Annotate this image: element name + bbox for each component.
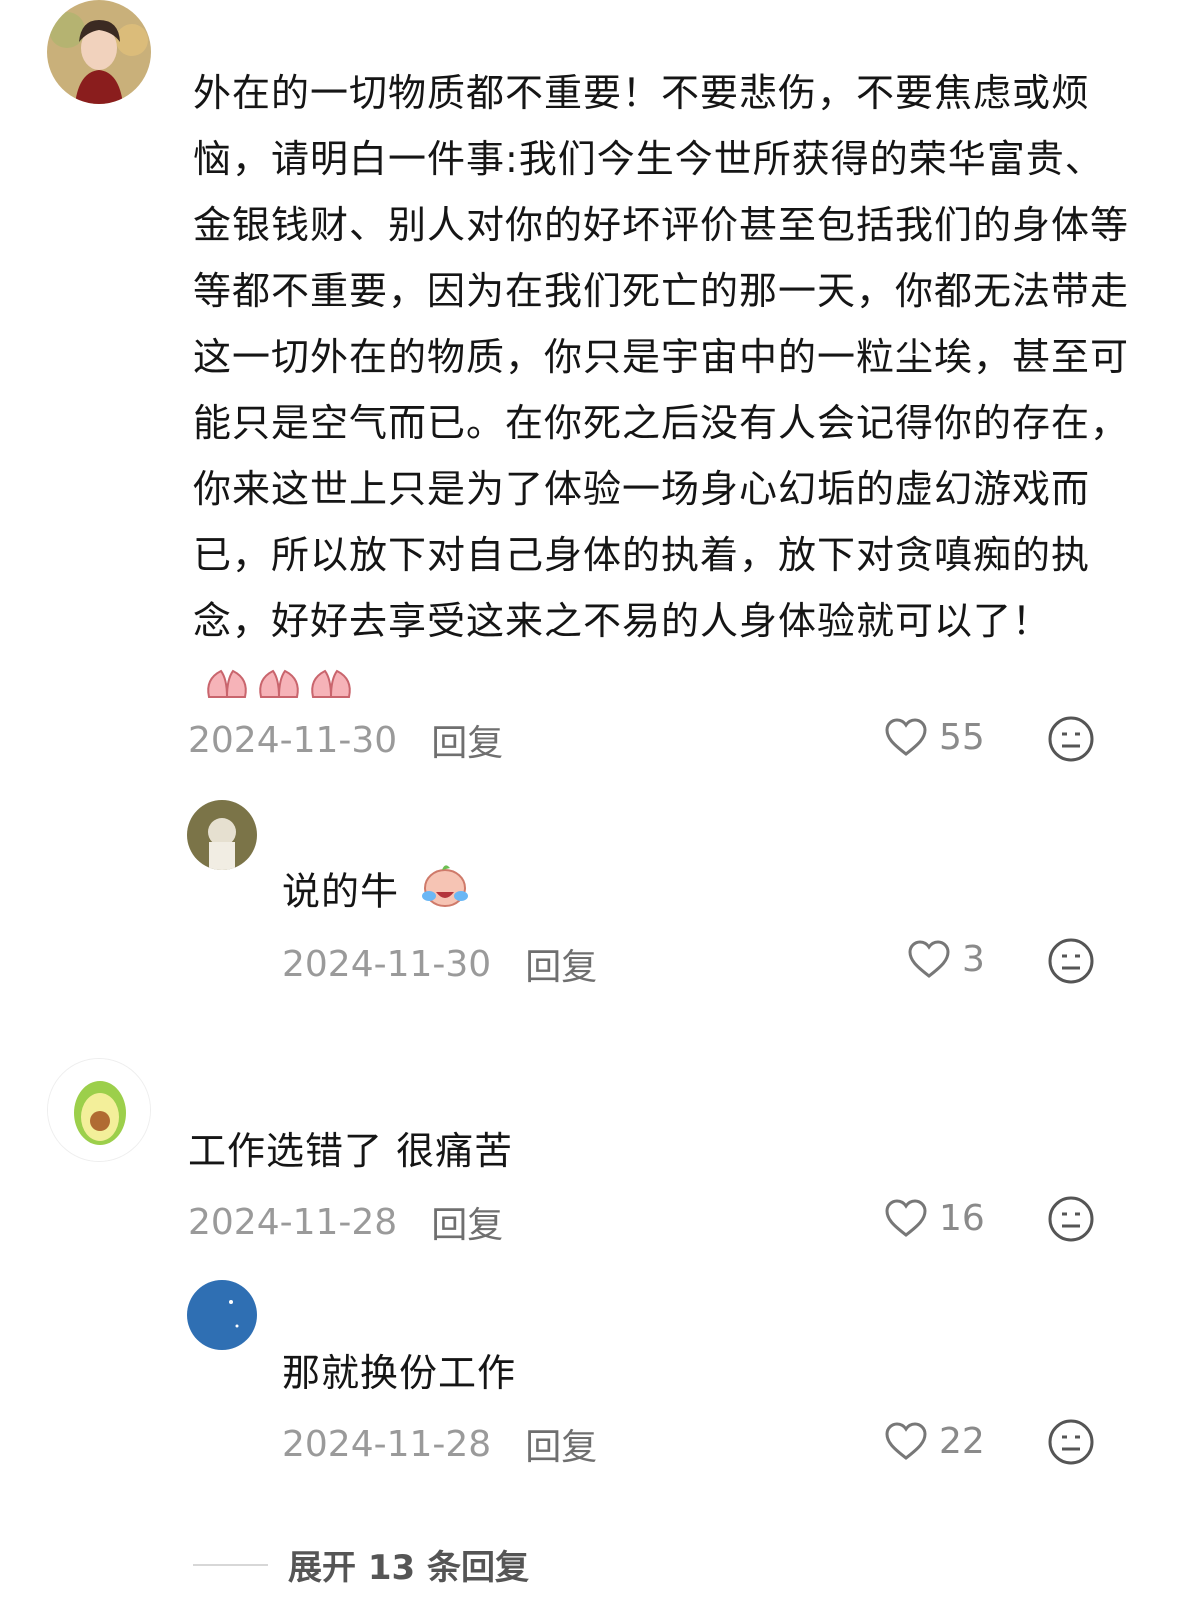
reply-meta: 2024-11-30 回复 bbox=[282, 938, 597, 990]
reply-button[interactable]: 回复 bbox=[431, 1196, 503, 1248]
like-button[interactable]: 3 bbox=[906, 938, 985, 980]
reply-date: 2024-11-28 bbox=[282, 1423, 492, 1465]
dislike-button[interactable] bbox=[1047, 1418, 1095, 1470]
reply-button[interactable]: 回复 bbox=[525, 1418, 597, 1470]
heart-icon bbox=[908, 940, 950, 978]
crying-laughing-emoji bbox=[418, 858, 472, 930]
neutral-face-icon bbox=[1048, 1196, 1094, 1242]
like-count: 16 bbox=[939, 1197, 985, 1239]
avatar-user-3[interactable] bbox=[47, 1058, 151, 1162]
neutral-face-icon bbox=[1048, 1419, 1094, 1465]
reply-text: 那就换份工作 bbox=[282, 1351, 517, 1395]
neutral-face-icon bbox=[1048, 938, 1094, 984]
heart-icon bbox=[885, 718, 927, 756]
dislike-button[interactable] bbox=[1047, 1195, 1095, 1247]
reply-date: 2024-11-30 bbox=[282, 943, 492, 985]
avatar-user-2[interactable] bbox=[187, 800, 257, 870]
comment-date: 2024-11-30 bbox=[188, 719, 398, 761]
expand-replies[interactable]: 展开 13 条回复 bbox=[193, 1540, 529, 1589]
comment-meta: 2024-11-28 回复 bbox=[188, 1196, 503, 1248]
reply-text: 说的牛 bbox=[282, 858, 472, 930]
like-button[interactable]: 55 bbox=[883, 716, 985, 758]
expand-replies-label[interactable]: 展开 13 条回复 bbox=[288, 1540, 529, 1589]
comment-text: 外在的一切物质都不重要！不要悲伤，不要焦虑或烦恼，请明白一件事:我们今生今世所获… bbox=[193, 60, 1138, 723]
reply-meta: 2024-11-28 回复 bbox=[282, 1418, 597, 1470]
comment-meta: 2024-11-30 回复 bbox=[188, 714, 503, 766]
like-count: 22 bbox=[939, 1420, 985, 1462]
like-button[interactable]: 16 bbox=[883, 1197, 985, 1239]
expand-divider bbox=[193, 1563, 268, 1566]
like-button[interactable]: 22 bbox=[883, 1420, 985, 1462]
dislike-button[interactable] bbox=[1047, 937, 1095, 989]
heart-icon bbox=[885, 1199, 927, 1237]
comment-text: 工作选错了 很痛苦 bbox=[188, 1129, 514, 1173]
pray-hands-emoji bbox=[199, 657, 359, 723]
neutral-face-icon bbox=[1048, 716, 1094, 762]
reply-button[interactable]: 回复 bbox=[431, 714, 503, 766]
avatar-user-1[interactable] bbox=[47, 0, 151, 104]
heart-icon bbox=[885, 1422, 927, 1460]
like-count: 55 bbox=[939, 716, 985, 758]
dislike-button[interactable] bbox=[1047, 715, 1095, 767]
avatar-user-4[interactable] bbox=[187, 1280, 257, 1350]
like-count: 3 bbox=[962, 938, 985, 980]
reply-button[interactable]: 回复 bbox=[525, 938, 597, 990]
comment-date: 2024-11-28 bbox=[188, 1201, 398, 1243]
